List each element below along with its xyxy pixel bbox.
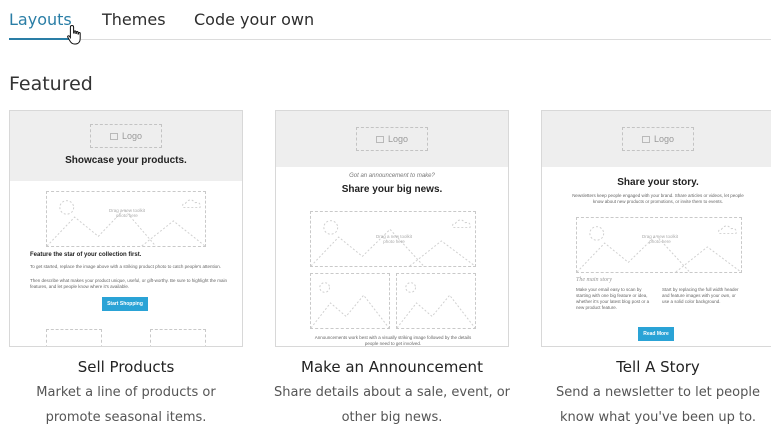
preview-headline: Share your story. (617, 177, 699, 188)
tab-layouts[interactable]: Layouts (9, 10, 72, 29)
card-description-tell-a-story: Send a newsletter to let people know wha… (556, 385, 760, 425)
preview-header: Logo Showcase your products. (10, 111, 242, 181)
active-tab-underline (9, 38, 72, 40)
image-icon (109, 132, 118, 140)
image-placeholder: Drag a new toolkit photo here (46, 191, 206, 247)
preview-headline: Showcase your products. (65, 155, 187, 166)
feature-body-1: To get started, replace the image above … (30, 264, 221, 269)
mountain-image-icon (577, 225, 741, 272)
preview-header: Logo (542, 111, 771, 167)
image-placeholder: Drag a new toolkit photo here (310, 211, 476, 267)
image-placeholder-left (310, 273, 390, 329)
layout-card-make-an-announcement[interactable]: Logo Got an announcement to make? Share … (275, 110, 509, 347)
image-icon (375, 135, 384, 143)
image-icon (641, 135, 650, 143)
preview-header: Logo (276, 111, 508, 167)
image-placeholder: Drag a new toolkit photo here (576, 217, 742, 273)
card-title-sell-products[interactable]: Sell Products (1, 358, 251, 376)
logo-placeholder: Logo (622, 127, 694, 151)
story-column-left: Make your email easy to scan by starting… (576, 287, 650, 310)
feature-heading: Feature the star of your collection firs… (30, 252, 142, 258)
card-title-make-an-announcement[interactable]: Make an Announcement (267, 358, 517, 376)
preview-kicker: Got an announcement to make? (349, 173, 435, 179)
card-description-make-an-announcement: Share details about a sale, event, or ot… (273, 385, 511, 425)
layout-card-tell-a-story[interactable]: Logo Share your story. Newsletters keep … (541, 110, 771, 347)
image-placeholder-small (150, 329, 206, 346)
hand-cursor-icon (67, 24, 81, 45)
story-script-heading: The main story (576, 277, 612, 283)
announcement-footer-text: Announcements work best with a visually … (314, 335, 472, 346)
story-intro-text: Newsletters keep people engaged with you… (572, 193, 744, 204)
start-shopping-button: Start Shopping (102, 297, 148, 311)
logo-placeholder: Logo (90, 124, 162, 148)
layout-card-sell-products[interactable]: Logo Showcase your products. Drag a new … (9, 110, 243, 347)
tab-code-your-own[interactable]: Code your own (194, 10, 314, 29)
card-title-tell-a-story[interactable]: Tell A Story (533, 358, 771, 376)
card-description-sell-products: Market a line of products or promote sea… (36, 385, 216, 425)
tab-themes[interactable]: Themes (102, 10, 166, 29)
layout-tabs: Layouts Themes Code your own (9, 0, 771, 40)
logo-placeholder: Logo (356, 127, 428, 151)
read-more-button: Read More (638, 327, 674, 341)
mountain-image-icon (47, 199, 205, 246)
image-placeholder-small (46, 329, 102, 346)
preview-headline: Share your big news. (341, 184, 443, 195)
section-title: Featured (9, 73, 93, 95)
mountain-image-icon (311, 282, 389, 328)
feature-body-2: Then describe what makes your product un… (30, 278, 228, 289)
story-column-right: Start by replacing the full width header… (662, 287, 739, 304)
image-placeholder-right (396, 273, 476, 329)
mountain-image-icon (397, 282, 475, 328)
